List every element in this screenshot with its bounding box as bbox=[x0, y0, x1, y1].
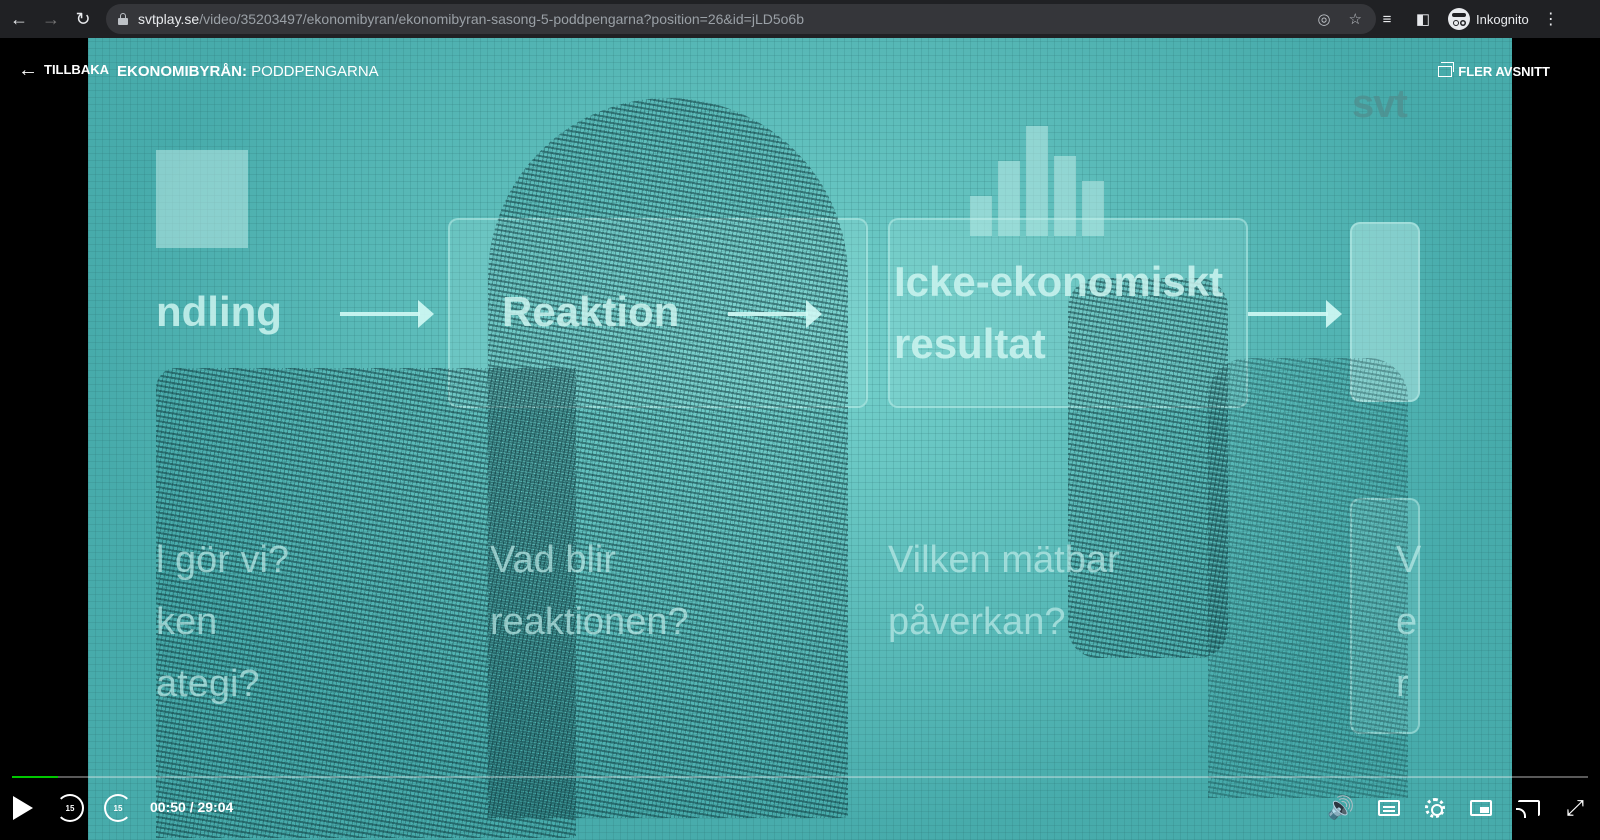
player-controls: 15 15 00:50 / 29:04 🔊 ⤢ bbox=[0, 788, 1600, 832]
subtitles-icon bbox=[1378, 800, 1400, 816]
incognito-profile[interactable]: Inkognito bbox=[1448, 8, 1529, 30]
cast-icon bbox=[1516, 800, 1540, 818]
frame-text-handling: ndling bbox=[156, 288, 282, 335]
back-label: TILLBAKA bbox=[44, 62, 109, 77]
fullscreen-icon[interactable]: ⤢ bbox=[1560, 794, 1590, 822]
back-arrow-icon[interactable]: ← bbox=[6, 6, 32, 32]
picture-in-picture-button[interactable] bbox=[1466, 794, 1496, 822]
reading-list-icon[interactable]: ≡ bbox=[1376, 11, 1398, 28]
kebab-menu-icon[interactable]: ⋮ bbox=[1543, 9, 1559, 29]
microphone-graphic bbox=[1068, 278, 1228, 658]
clapperboard-graphic bbox=[156, 150, 248, 248]
frame-text-q4b: e bbox=[1396, 601, 1418, 643]
person-graphic bbox=[488, 98, 848, 818]
frame-text-q4a: V bbox=[1396, 539, 1422, 581]
frame-text-icke1: Icke-ekonomiskt bbox=[894, 258, 1224, 305]
play-button[interactable] bbox=[10, 788, 36, 828]
episode-title: EKONOMIBYRÅN: PODDPENGARNA bbox=[117, 63, 379, 80]
frame-text-q1c: ategi? bbox=[156, 663, 260, 705]
frame-text-q4c: r bbox=[1396, 663, 1409, 705]
frame-text-q3a: Vilken mätbar bbox=[888, 539, 1120, 581]
more-episodes-button[interactable]: FLER AVSNITT bbox=[1438, 62, 1550, 79]
frame-text-q1a: l gör vi? bbox=[156, 539, 290, 581]
address-bar[interactable]: svtplay.se/video/35203497/ekonomibyran/e… bbox=[106, 4, 1376, 34]
pip-icon bbox=[1470, 800, 1492, 816]
frame-text-q1b: ken bbox=[156, 601, 218, 643]
back-button[interactable]: ← TILLBAKA bbox=[18, 58, 109, 81]
browser-toolbar: ← → ↻ svtplay.se/video/35203497/ekonomib… bbox=[0, 0, 1600, 38]
volume-icon[interactable]: 🔊 bbox=[1326, 794, 1356, 822]
skip-forward-label: 15 bbox=[113, 803, 123, 813]
more-episodes-label: FLER AVSNITT bbox=[1458, 64, 1550, 79]
frame-text-q2a: Vad blir bbox=[490, 539, 617, 581]
skip-forward-15-button[interactable]: 15 bbox=[104, 794, 132, 822]
gear-icon bbox=[1425, 798, 1445, 818]
arrow-graphic bbox=[340, 300, 434, 328]
video-frame[interactable]: svt ndling Reaktion Icke-ekonomiskt resu… bbox=[88, 38, 1512, 840]
hand-graphic bbox=[1208, 358, 1408, 798]
forward-arrow-icon[interactable]: → bbox=[38, 6, 64, 32]
lock-icon[interactable] bbox=[118, 13, 128, 25]
frame-text-q2b: reaktionen? bbox=[490, 601, 689, 643]
frame-text-reaktion: Reaktion bbox=[502, 288, 680, 335]
video-player[interactable]: svt ndling Reaktion Icke-ekonomiskt resu… bbox=[0, 38, 1600, 840]
subtitles-button[interactable] bbox=[1374, 794, 1404, 822]
frame-text-icke2: resultat bbox=[894, 320, 1046, 367]
skip-back-label: 15 bbox=[65, 803, 75, 813]
progress-bar[interactable] bbox=[12, 776, 1588, 778]
url-text[interactable]: svtplay.se/video/35203497/ekonomibyran/e… bbox=[138, 11, 804, 27]
frame-text-q3b: påverkan? bbox=[888, 601, 1066, 643]
eye-off-icon[interactable]: ◎ bbox=[1317, 10, 1330, 28]
skip-back-15-button[interactable]: 15 bbox=[56, 794, 84, 822]
arrow-left-icon: ← bbox=[18, 58, 38, 81]
incognito-icon bbox=[1448, 8, 1470, 30]
time-display: 00:50 / 29:04 bbox=[150, 799, 234, 815]
profile-label: Inkognito bbox=[1476, 11, 1529, 27]
player-top-bar: ← TILLBAKA EKONOMIBYRÅN: PODDPENGARNA FL… bbox=[0, 38, 1600, 108]
arrow-graphic bbox=[1248, 300, 1342, 328]
episodes-stack-icon bbox=[1438, 62, 1455, 77]
side-panel-icon[interactable]: ◧ bbox=[1412, 10, 1434, 28]
reload-icon[interactable]: ↻ bbox=[70, 6, 96, 32]
cast-button[interactable] bbox=[1514, 794, 1544, 822]
arrow-graphic bbox=[728, 300, 822, 328]
progress-fill bbox=[12, 776, 58, 778]
settings-button[interactable] bbox=[1420, 794, 1450, 822]
star-icon[interactable]: ☆ bbox=[1349, 10, 1362, 28]
